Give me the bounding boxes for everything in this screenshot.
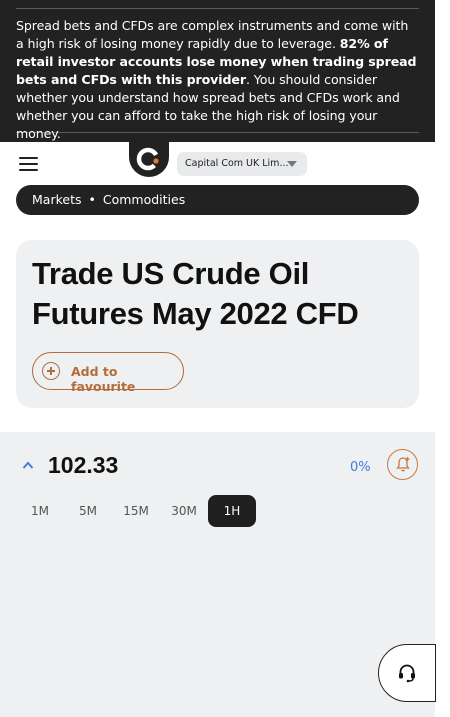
instrument-title-card: Trade US Crude Oil Futures May 2022 CFD … xyxy=(16,240,419,408)
risk-warning-text: Spread bets and CFDs are complex instrum… xyxy=(16,8,419,141)
breadcrumb-markets[interactable]: Markets xyxy=(32,192,81,207)
timeframe-15m[interactable]: 15M xyxy=(112,495,160,527)
support-chat-button[interactable] xyxy=(378,644,436,702)
page-title: Trade US Crude Oil Futures May 2022 CFD xyxy=(32,256,359,331)
risk-warning-banner: Spread bets and CFDs are complex instrum… xyxy=(0,0,435,142)
bell-plus-icon xyxy=(396,457,410,472)
caret-down-icon xyxy=(287,161,297,167)
breadcrumb-commodities[interactable]: Commodities xyxy=(103,192,185,207)
timeframe-30m[interactable]: 30M xyxy=(160,495,208,527)
plus-circle-icon xyxy=(42,362,60,380)
price-change: 0% xyxy=(350,460,371,475)
timeframe-5m[interactable]: 5M xyxy=(64,495,112,527)
price-value: 102.33 xyxy=(48,452,119,478)
timeframe-1h[interactable]: 1H xyxy=(208,495,256,527)
price-alert-button[interactable] xyxy=(387,449,418,480)
chart-section: 102.33 0% 1M 5M 15M 30M 1H xyxy=(0,432,435,717)
add-to-favourite-button[interactable]: Add to favourite xyxy=(32,352,184,394)
chevron-up-icon xyxy=(22,461,34,469)
breadcrumb: Markets • Commodities xyxy=(16,185,419,215)
hamburger-menu-icon[interactable] xyxy=(19,157,38,171)
timeframe-1m[interactable]: 1M xyxy=(16,495,64,527)
add-to-favourite-label: Add to favourite xyxy=(71,364,136,394)
entity-select-value: Capital Com UK Lim... xyxy=(185,158,289,169)
breadcrumb-separator: • xyxy=(88,192,96,207)
entity-select[interactable]: Capital Com UK Lim... xyxy=(177,152,307,176)
headset-icon xyxy=(399,664,415,683)
